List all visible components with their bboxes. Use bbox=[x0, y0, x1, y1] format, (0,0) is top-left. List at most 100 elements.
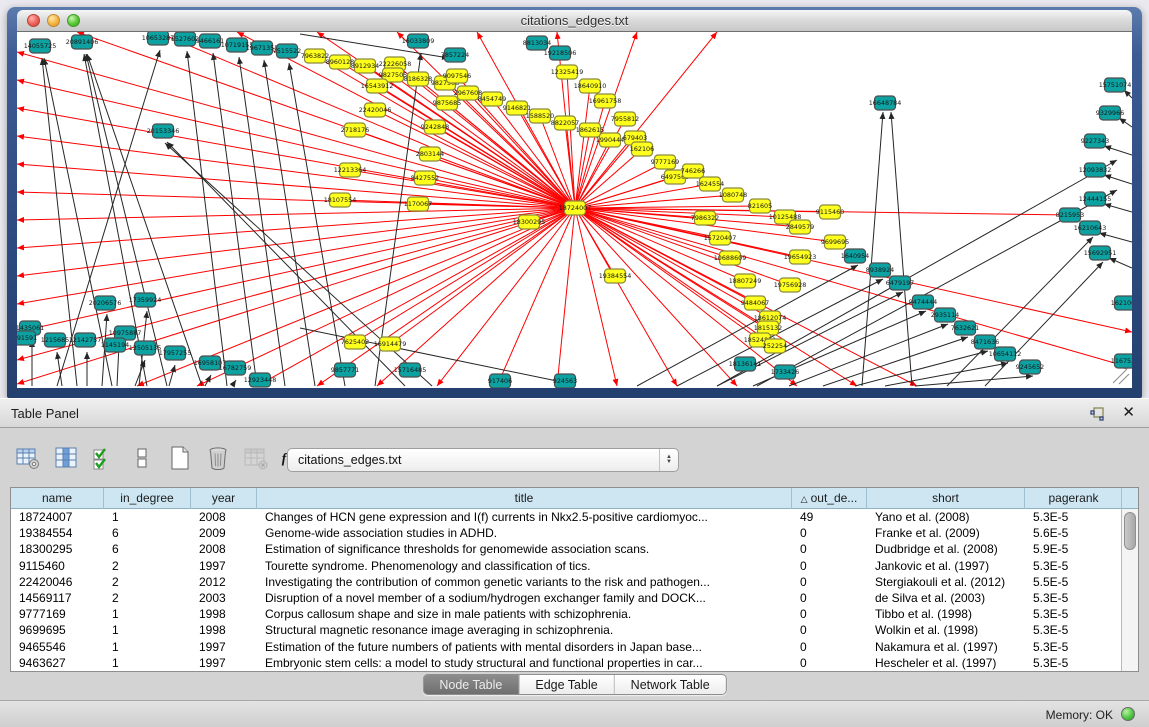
table-cell[interactable]: Disruption of a novel member of a sodium… bbox=[257, 590, 792, 606]
graph-node[interactable]: 9097546 bbox=[443, 69, 471, 83]
graph-node[interactable]: 7625402 bbox=[341, 335, 369, 349]
graph-node[interactable]: 1215685 bbox=[41, 333, 69, 347]
table-cell[interactable]: 1997 bbox=[191, 558, 257, 574]
graph-node[interactable]: 15692951 bbox=[1084, 246, 1117, 260]
table-row[interactable]: 1938455462009Genome-wide association stu… bbox=[11, 525, 1138, 541]
graph-node[interactable]: 917406 bbox=[488, 374, 512, 388]
graph-node[interactable]: 17359924 bbox=[129, 293, 162, 307]
graph-node[interactable]: 12213364 bbox=[334, 163, 367, 177]
table-cell[interactable]: 1 bbox=[104, 606, 191, 622]
graph-node[interactable]: 746266 bbox=[681, 164, 705, 178]
graph-node[interactable]: 1640954 bbox=[841, 249, 869, 263]
table-cell[interactable]: 0 bbox=[792, 639, 867, 655]
tab-edge-table[interactable]: Edge Table bbox=[519, 675, 614, 694]
graph-node[interactable]: 15751074 bbox=[1099, 78, 1132, 92]
graph-node[interactable]: 19756928 bbox=[774, 278, 807, 292]
graph-node[interactable]: 18107554 bbox=[324, 193, 357, 207]
graph-node[interactable]: 10653287 bbox=[142, 32, 175, 45]
table-row[interactable]: 1830029562008Estimation of significance … bbox=[11, 541, 1138, 557]
graph-node[interactable]: 8912934 bbox=[351, 59, 379, 73]
table-cell[interactable]: Yano et al. (2008) bbox=[867, 509, 1025, 525]
table-cell[interactable]: 14569117 bbox=[11, 590, 104, 606]
table-cell[interactable]: 9115460 bbox=[11, 558, 104, 574]
table-row[interactable]: 969969511998Structural magnetic resonanc… bbox=[11, 622, 1138, 638]
graph-node[interactable]: 1080748 bbox=[719, 188, 747, 202]
table-cell[interactable]: 2009 bbox=[191, 525, 257, 541]
table-cell[interactable]: Hescheler et al. (1997) bbox=[867, 655, 1025, 671]
graph-node[interactable]: 1990444 bbox=[596, 133, 624, 147]
graph-node[interactable]: 12923448 bbox=[244, 373, 277, 387]
table-row[interactable]: 977716911998Corpus callosum shape and si… bbox=[11, 606, 1138, 622]
table-cell[interactable]: Genome-wide association studies in ADHD. bbox=[257, 525, 792, 541]
vertical-scrollbar[interactable] bbox=[1121, 488, 1138, 671]
table-cell[interactable]: 6 bbox=[104, 525, 191, 541]
column-header-title[interactable]: title bbox=[257, 488, 792, 509]
graph-node[interactable]: 19654923 bbox=[784, 250, 817, 264]
table-cell[interactable]: Wolkin et al. (1998) bbox=[867, 622, 1025, 638]
graph-node[interactable]: 16961758 bbox=[589, 94, 622, 108]
graph-node[interactable]: 8471636 bbox=[971, 335, 999, 349]
graph-node[interactable]: 12444155 bbox=[1079, 192, 1112, 206]
graph-node[interactable]: 19218506 bbox=[544, 46, 577, 60]
table-cell[interactable]: 22420046 bbox=[11, 574, 104, 590]
graph-node[interactable]: 821605 bbox=[748, 199, 772, 213]
table-cell[interactable]: Changes of HCN gene expression and I(f) … bbox=[257, 509, 792, 525]
table-cell[interactable]: 5.5E-5 bbox=[1025, 574, 1123, 590]
graph-node[interactable]: 2849579 bbox=[786, 220, 814, 234]
graph-node[interactable]: 7955812 bbox=[611, 112, 639, 126]
tab-node-table[interactable]: Node Table bbox=[423, 675, 519, 694]
deselect-all-icon[interactable] bbox=[128, 445, 155, 472]
table-cell[interactable]: Stergiakouli et al. (2012) bbox=[867, 574, 1025, 590]
graph-node[interactable]: 9242848 bbox=[421, 120, 449, 134]
network-graph-canvas[interactable]: 1405572520891406106532871527602946616110… bbox=[17, 32, 1132, 388]
graph-node[interactable]: 8215953 bbox=[1056, 208, 1084, 222]
table-row[interactable]: 911546021997Tourette syndrome. Phenomeno… bbox=[11, 558, 1138, 574]
graph-node[interactable]: 18136141 bbox=[729, 357, 762, 371]
table-cell[interactable]: de Silva et al. (2003) bbox=[867, 590, 1025, 606]
memory-status-icon[interactable] bbox=[1121, 707, 1135, 721]
graph-node[interactable]: 10688609 bbox=[714, 251, 747, 265]
table-cell[interactable]: 18300295 bbox=[11, 541, 104, 557]
graph-node[interactable]: 1733426 bbox=[771, 365, 799, 379]
table-row[interactable]: 1456911722003Disruption of a novel membe… bbox=[11, 590, 1138, 606]
table-cell[interactable]: 1 bbox=[104, 509, 191, 525]
table-row[interactable]: 946554611997Estimation of the future num… bbox=[11, 639, 1138, 655]
graph-node[interactable]: 9227343 bbox=[1081, 134, 1109, 148]
graph-node[interactable]: 2935114 bbox=[931, 308, 959, 322]
graph-node[interactable]: 9875685 bbox=[433, 96, 461, 110]
graph-node[interactable]: 14055725 bbox=[24, 39, 57, 53]
column-header-out_de[interactable]: △out_de... bbox=[792, 488, 867, 509]
table-cell[interactable]: 49 bbox=[792, 509, 867, 525]
graph-node[interactable]: 1621065 bbox=[1111, 296, 1132, 310]
graph-node[interactable]: 15716485 bbox=[394, 363, 427, 377]
graph-node[interactable]: 8813034 bbox=[523, 36, 551, 50]
table-cell[interactable]: 5.3E-5 bbox=[1025, 606, 1123, 622]
select-all-icon[interactable] bbox=[90, 445, 117, 472]
table-cell[interactable]: 9777169 bbox=[11, 606, 104, 622]
table-cell[interactable]: 5.9E-5 bbox=[1025, 541, 1123, 557]
table-cell[interactable]: 0 bbox=[792, 558, 867, 574]
table-cell[interactable]: Franke et al. (2009) bbox=[867, 525, 1025, 541]
graph-node[interactable]: 8186328 bbox=[404, 72, 432, 86]
table-cell[interactable]: Estimation of the future numbers of pati… bbox=[257, 639, 792, 655]
graph-node[interactable]: 7857224 bbox=[441, 48, 469, 62]
graph-node[interactable]: 13505135 bbox=[129, 341, 162, 355]
graph-node[interactable]: 9699695 bbox=[821, 235, 849, 249]
graph-node[interactable]: 20891406 bbox=[66, 35, 99, 49]
graph-node[interactable]: 7515522 bbox=[273, 44, 301, 58]
graph-node[interactable]: 18807249 bbox=[729, 274, 762, 288]
table-cell[interactable]: 0 bbox=[792, 574, 867, 590]
table-cell[interactable]: Investigating the contribution of common… bbox=[257, 574, 792, 590]
column-header-in_degree[interactable]: in_degree bbox=[104, 488, 191, 509]
table-cell[interactable]: 5.3E-5 bbox=[1025, 590, 1123, 606]
table-cell[interactable]: Nakamura et al. (1997) bbox=[867, 639, 1025, 655]
graph-node[interactable]: 9329966 bbox=[1096, 106, 1124, 120]
table-cell[interactable]: 2 bbox=[104, 574, 191, 590]
table-cell[interactable]: 5.3E-5 bbox=[1025, 655, 1123, 671]
table-cell[interactable]: 2008 bbox=[191, 509, 257, 525]
column-header-name[interactable]: name bbox=[11, 488, 104, 509]
graph-node[interactable]: 2718176 bbox=[341, 123, 369, 137]
table-cell[interactable]: 1997 bbox=[191, 655, 257, 671]
graph-node[interactable]: 9474444 bbox=[909, 295, 937, 309]
column-header-short[interactable]: short bbox=[867, 488, 1025, 509]
